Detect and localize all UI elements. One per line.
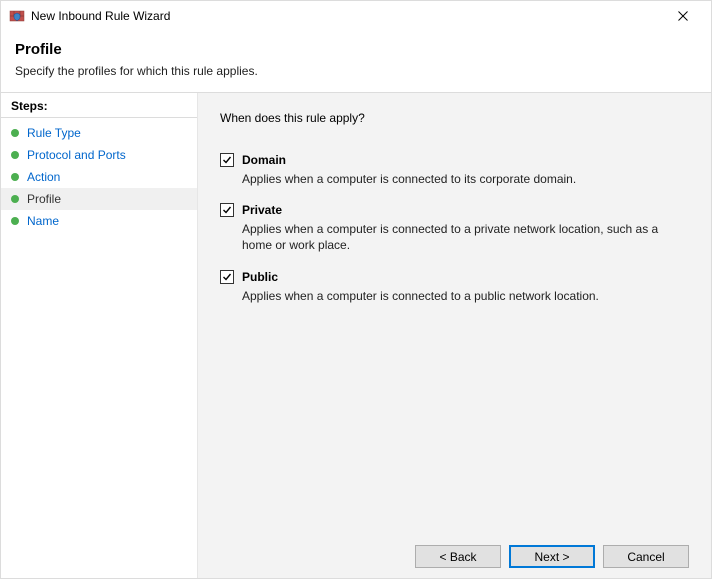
option-label: Public [242,270,278,284]
checkbox[interactable] [220,270,234,284]
step-item[interactable]: Rule Type [1,122,197,144]
wizard-body: Steps: Rule Type Protocol and Ports Action… [1,92,711,578]
option-head: Domain [220,153,689,167]
step-item[interactable]: Profile [1,188,197,210]
step-item[interactable]: Protocol and Ports [1,144,197,166]
wizard-footer: < Back Next > Cancel [220,535,689,568]
step-bullet-icon [11,129,19,137]
close-icon [678,11,688,21]
content-panel: When does this rule apply? Domain Applies… [198,93,711,578]
back-button[interactable]: < Back [415,545,501,568]
step-bullet-icon [11,173,19,181]
step-label: Action [27,170,60,184]
option-head: Public [220,270,689,284]
profile-option: Domain Applies when a computer is connect… [220,153,689,187]
cancel-button[interactable]: Cancel [603,545,689,568]
page-title: Profile [15,41,697,58]
question-text: When does this rule apply? [220,111,689,125]
wizard-header: Profile Specify the profiles for which t… [1,31,711,92]
step-label: Name [27,214,59,228]
option-description: Applies when a computer is connected to … [242,171,682,187]
step-bullet-icon [11,195,19,203]
next-button[interactable]: Next > [509,545,595,568]
checkmark-icon [222,205,232,215]
step-label: Rule Type [27,126,81,140]
page-subtitle: Specify the profiles for which this rule… [15,64,697,78]
checkbox[interactable] [220,203,234,217]
checkbox[interactable] [220,153,234,167]
step-item[interactable]: Name [1,210,197,232]
option-description: Applies when a computer is connected to … [242,288,682,304]
options-list: Domain Applies when a computer is connect… [220,153,689,320]
option-label: Private [242,203,282,217]
close-button[interactable] [663,2,703,30]
step-label: Protocol and Ports [27,148,126,162]
option-description: Applies when a computer is connected to … [242,221,682,253]
steps-sidebar: Steps: Rule Type Protocol and Ports Action… [1,93,198,578]
profile-option: Public Applies when a computer is connect… [220,270,689,304]
checkmark-icon [222,272,232,282]
step-bullet-icon [11,217,19,225]
profile-option: Private Applies when a computer is connec… [220,203,689,253]
option-label: Domain [242,153,286,167]
steps-list: Rule Type Protocol and Ports Action Profile… [1,118,197,236]
step-label: Profile [27,192,61,206]
steps-heading: Steps: [1,93,197,118]
checkmark-icon [222,155,232,165]
option-head: Private [220,203,689,217]
step-bullet-icon [11,151,19,159]
wizard-window: New Inbound Rule Wizard Profile Specify … [0,0,712,579]
firewall-icon [9,8,25,24]
step-item[interactable]: Action [1,166,197,188]
window-title: New Inbound Rule Wizard [31,9,663,23]
titlebar: New Inbound Rule Wizard [1,1,711,31]
